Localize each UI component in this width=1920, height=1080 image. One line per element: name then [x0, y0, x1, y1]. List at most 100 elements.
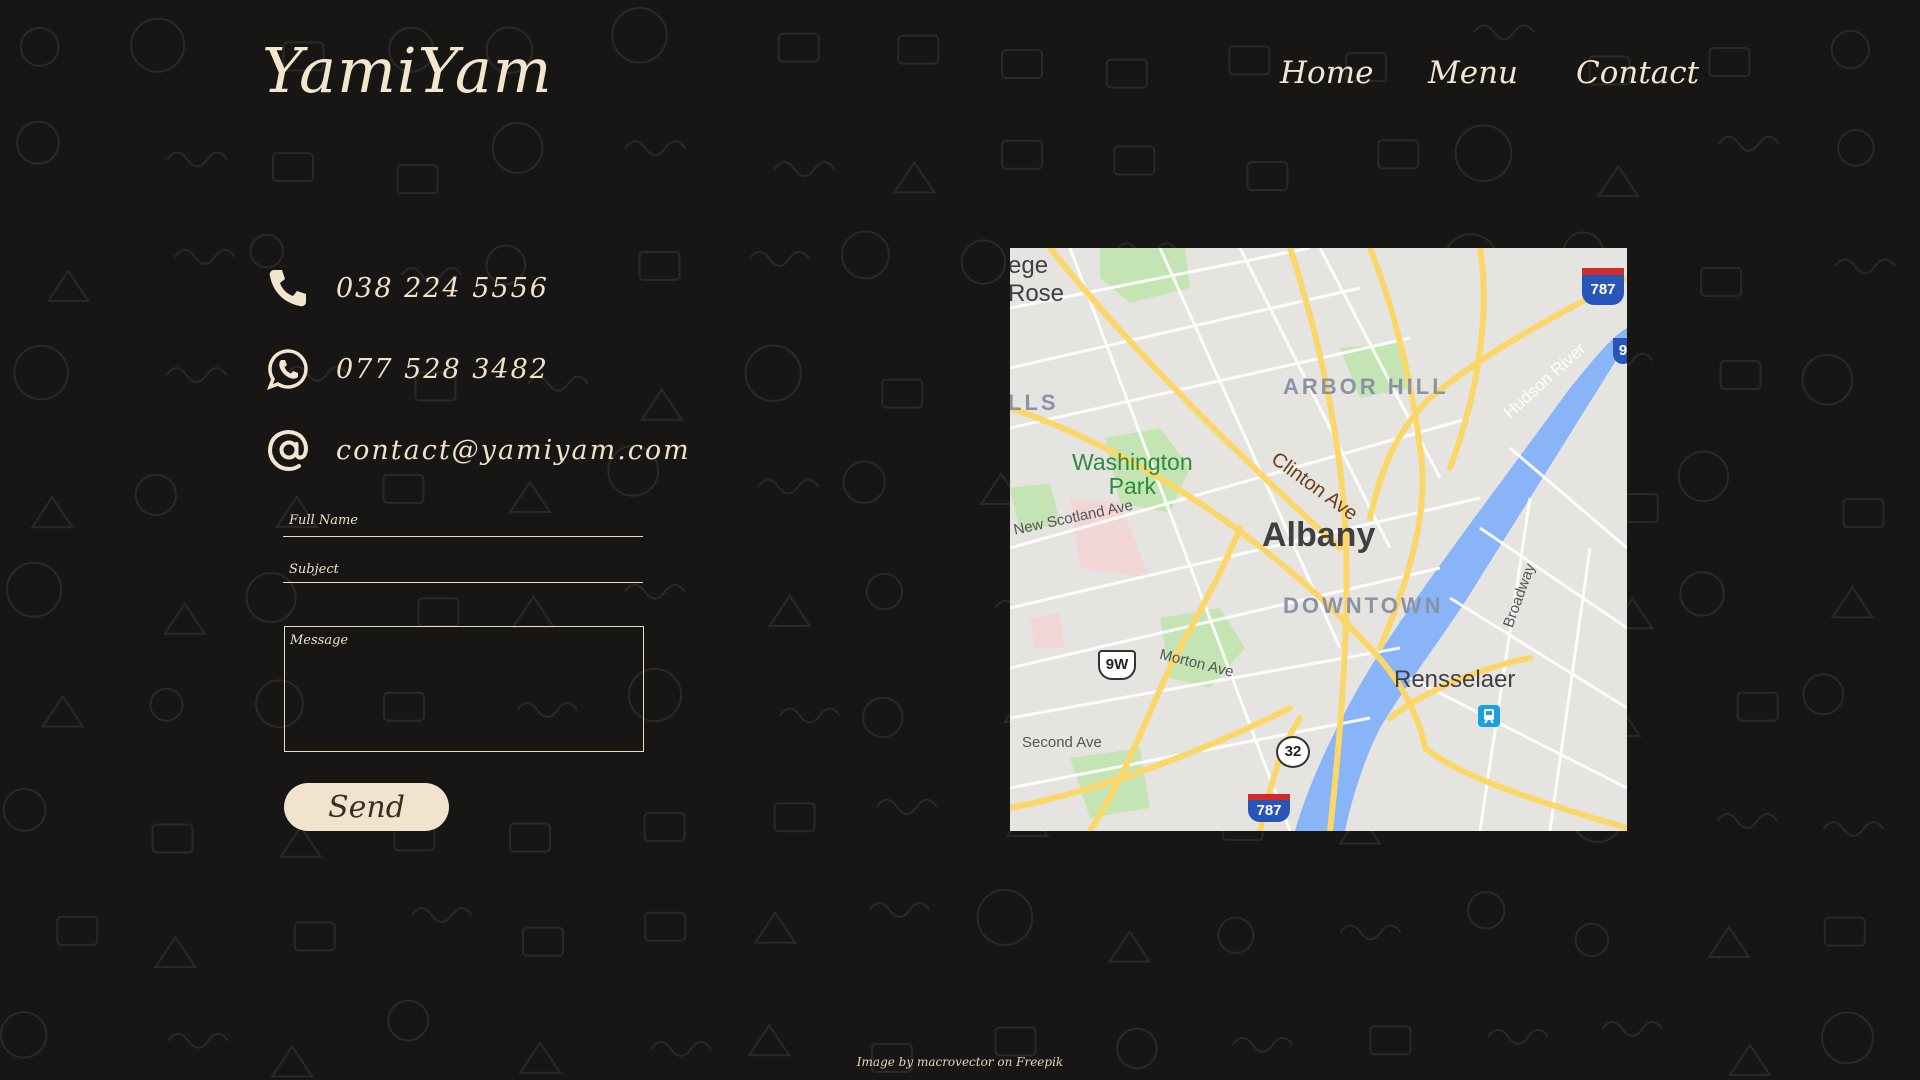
doodle-shape: [753, 910, 798, 944]
doodle-shape: [1001, 139, 1044, 170]
doodle-shape: [778, 707, 841, 724]
doodle-shape: [249, 233, 284, 269]
map-label-downtown: DOWNTOWN: [1283, 593, 1444, 618]
doodle-shape: [387, 999, 430, 1042]
nav-home-link[interactable]: Home: [1280, 55, 1373, 91]
doodle-shape: [1228, 45, 1271, 76]
doodle-shape: [865, 572, 904, 611]
doodle-shape: [167, 1032, 230, 1049]
background-doodle-pattern: [0, 7, 1896, 1078]
train-station-icon: [1478, 705, 1500, 727]
doodle-shape: [773, 802, 816, 833]
doodle-shape: [1369, 1025, 1412, 1056]
doodle-shape: [491, 122, 544, 174]
doodle-shape: [1113, 145, 1156, 176]
doodle-shape: [1231, 1036, 1294, 1053]
nav-menu-link[interactable]: Menu: [1428, 55, 1518, 91]
doodle-shape: [130, 17, 186, 73]
doodle-shape: [976, 889, 1034, 946]
doodle-shape: [757, 478, 820, 495]
doodle-shape: [624, 583, 686, 600]
interstate-787-shield-top: 787: [1582, 268, 1624, 305]
map-label-washington-park: Washington Park: [1072, 450, 1193, 498]
doodle-shape: [1677, 450, 1730, 503]
doodle-shape: [40, 694, 85, 728]
phone-row: 038 224 5556: [266, 266, 549, 310]
doodle-shape: [1717, 135, 1780, 152]
doodle-shape: [1834, 258, 1896, 275]
message-placeholder: Message: [290, 633, 349, 648]
send-button[interactable]: Send: [284, 783, 449, 831]
phone-icon: [269, 270, 306, 307]
full-name-input[interactable]: [283, 506, 643, 537]
doodle-shape: [46, 269, 91, 302]
doodle-shape: [278, 824, 323, 858]
doodle-shape: [134, 473, 177, 517]
doodle-shape: [165, 366, 228, 383]
whatsapp-number: 077 528 3482: [336, 353, 549, 385]
doodle-shape: [1802, 673, 1845, 716]
doodle-shape: [650, 1041, 712, 1058]
doodle-shape: [30, 495, 75, 529]
doodle-shape: [1454, 124, 1513, 183]
doodle-shape: [16, 120, 60, 165]
doodle-shape: [1708, 47, 1751, 78]
doodle-shape: [1707, 925, 1751, 958]
doodle-shape: [639, 387, 684, 421]
doodle-shape: [1736, 691, 1779, 722]
doodle-shape: [509, 822, 552, 853]
doodle-shape: [773, 161, 836, 178]
doodle-shape: [382, 473, 425, 504]
doodle-shape: [842, 460, 886, 504]
doodle-shape: [1801, 353, 1854, 406]
map-embed[interactable]: ege Rose LLS ARBOR HILL Clinton Ave Huds…: [1010, 248, 1627, 831]
map-label-fragment-1: ege: [1010, 252, 1049, 279]
email-row: contact@yamiyam.com: [266, 428, 691, 472]
doodle-shape: [271, 152, 314, 183]
doodle-shape: [748, 250, 811, 267]
doodle-shape: [1377, 139, 1420, 170]
doodle-shape: [410, 907, 473, 924]
doodle-shape: [1339, 924, 1402, 941]
doodle-shape: [1001, 49, 1044, 80]
doodle-shape: [643, 811, 686, 842]
interstate-787-shield-bottom: 787: [1248, 794, 1290, 822]
doodle-shape: [151, 823, 194, 854]
doodle-shape: [1822, 820, 1885, 837]
doodle-shape: [417, 597, 460, 628]
nav-contact-link[interactable]: Contact: [1576, 55, 1699, 91]
map-label-fragment-2: Rose: [1010, 280, 1065, 307]
subject-input[interactable]: [283, 553, 643, 583]
doodle-shape: [611, 7, 668, 64]
doodle-shape: [892, 160, 937, 194]
site-logo[interactable]: YamiYam: [262, 34, 553, 107]
doodle-shape: [1487, 1028, 1549, 1045]
image-credit[interactable]: Image by macrovector on Freepik: [0, 1055, 1920, 1069]
map-label-arbor-hill: ARBOR HILL: [1283, 374, 1449, 399]
doodle-shape: [1601, 1020, 1664, 1037]
doodle-shape: [744, 344, 802, 402]
email-address: contact@yamiyam.com: [336, 434, 691, 466]
map-label-albany: Albany: [1262, 516, 1376, 554]
doodle-shape: [777, 32, 820, 63]
doodle-shape: [6, 561, 63, 618]
us-9w-shield: 9W: [1098, 650, 1136, 680]
doodle-shape: [173, 248, 236, 265]
doodle-shape: [1217, 916, 1255, 954]
map-label-rensselaer: Rensselaer: [1394, 666, 1516, 693]
doodle-shape: [13, 344, 69, 401]
map-label-fragment-3: LLS: [1010, 390, 1059, 415]
doodle-shape: [1107, 929, 1152, 963]
doodle-shape: [1246, 161, 1289, 192]
doodle-shape: [1700, 267, 1743, 298]
doodle-shape: [747, 1023, 792, 1057]
doodle-shape: [1716, 813, 1778, 830]
map-label-park: Park: [1108, 473, 1156, 499]
doodle-shape: [166, 151, 229, 168]
doodle-shape: [2, 787, 47, 832]
doodle-shape: [1105, 58, 1148, 89]
doodle-shape: [396, 164, 439, 195]
route-32-shield: 32: [1276, 736, 1310, 768]
doodle-shape: [1719, 360, 1762, 391]
doodle-shape: [897, 34, 940, 65]
